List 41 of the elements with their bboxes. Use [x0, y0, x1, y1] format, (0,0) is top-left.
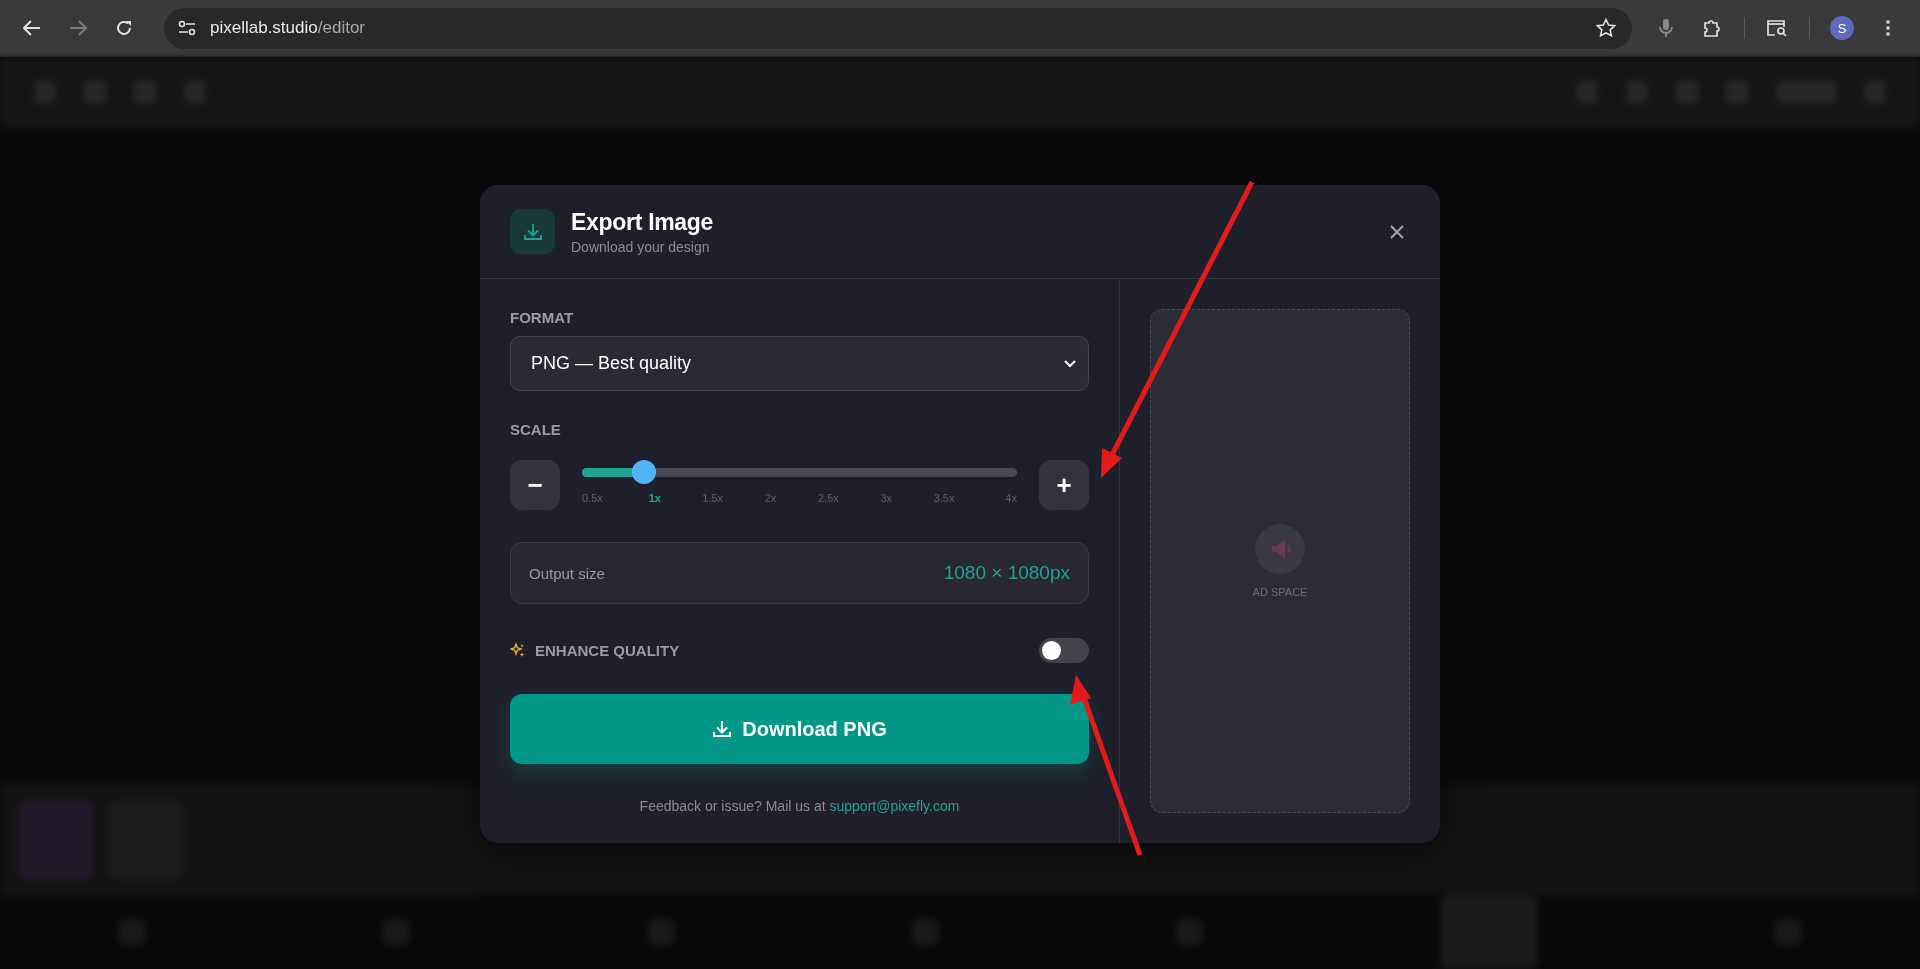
ad-space-panel: AD SPACE — [1150, 309, 1410, 813]
dialog-title: Export Image — [571, 208, 715, 236]
scale-tick-label[interactable]: 2.5x — [813, 492, 844, 504]
back-icon[interactable] — [23, 20, 41, 36]
menu-icon[interactable] — [1886, 20, 1890, 36]
scale-tick-label[interactable]: 2x — [755, 492, 786, 504]
support-email-link[interactable]: support@pixefly.com — [829, 798, 960, 814]
scale-label: SCALE — [510, 421, 562, 438]
scale-tick-label[interactable]: 1x — [639, 492, 670, 504]
sparkles-icon — [510, 642, 525, 658]
decrease-button[interactable]: − — [510, 460, 560, 510]
reload-icon[interactable] — [115, 19, 133, 37]
enhance-toggle[interactable] — [1039, 637, 1089, 663]
close-icon — [1390, 224, 1404, 239]
microphone-icon[interactable] — [1659, 18, 1673, 38]
format-label: FORMAT — [510, 309, 575, 326]
chevron-down-icon — [1064, 359, 1076, 368]
scale-tick-label[interactable]: 0.5x — [582, 492, 612, 504]
scale-tick-label[interactable]: 3x — [871, 492, 902, 504]
enhance-quality-label: ENHANCE QUALITY — [535, 641, 681, 659]
scale-tick-label[interactable]: 1.5x — [697, 492, 728, 504]
address-field[interactable]: pixellab.studio/editor — [210, 18, 365, 38]
tab-search-icon[interactable] — [1766, 19, 1788, 37]
megaphone-icon — [1255, 524, 1305, 574]
dialog-subtitle: Download your design — [571, 238, 711, 255]
download-icon — [510, 209, 555, 254]
scale-tick-label[interactable]: 4x — [986, 492, 1017, 504]
increase-button[interactable]: + — [1039, 460, 1089, 510]
output-size-value: 1080 × 1080px — [943, 562, 1070, 584]
scale-tick-label[interactable]: 3.5x — [929, 492, 960, 504]
star-icon[interactable] — [1596, 18, 1616, 38]
slider-thumb[interactable] — [632, 460, 657, 484]
download-icon — [712, 719, 733, 739]
feedback-text: Feedback or issue? Mail us at support@pixefly.com — [638, 798, 961, 814]
puzzle-icon[interactable] — [1702, 18, 1722, 38]
site-settings-icon[interactable] — [178, 20, 196, 36]
download-button[interactable]: Download PNG — [510, 694, 1089, 764]
format-dropdown[interactable]: PNG — Best quality — [510, 336, 1089, 391]
scale-slider[interactable] — [582, 460, 1017, 484]
profile-avatar[interactable]: S — [1830, 16, 1854, 40]
output-size-label: Output size — [529, 564, 605, 582]
